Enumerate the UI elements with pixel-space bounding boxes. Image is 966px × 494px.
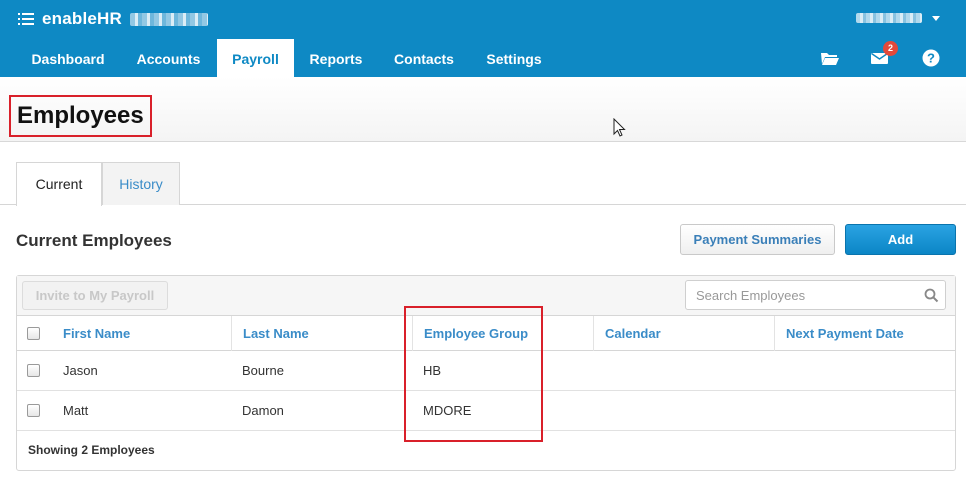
search-icon[interactable] — [924, 288, 939, 303]
cell-employee-group: HB — [423, 363, 442, 378]
brand[interactable]: enableHR — [18, 9, 209, 29]
table-footer: Showing 2 Employees — [28, 443, 155, 457]
column-calendar[interactable]: Calendar — [593, 316, 774, 351]
invite-to-payroll-button[interactable]: Invite to My Payroll — [22, 281, 168, 310]
menu-icon[interactable] — [18, 12, 34, 26]
select-all-checkbox[interactable] — [27, 327, 40, 340]
redacted-org-name — [130, 12, 209, 26]
cell-next-payment-date — [774, 351, 955, 391]
cell-employee-group: MDORE — [423, 403, 472, 418]
search-box — [685, 280, 946, 310]
employees-panel: Invite to My Payroll First Name Last Nam… — [16, 275, 956, 471]
svg-text:?: ? — [927, 51, 935, 66]
column-employee-group[interactable]: Employee Group — [412, 316, 593, 351]
nav-tab-accounts[interactable]: Accounts — [120, 39, 217, 77]
employee-tabs: Current History — [0, 162, 966, 206]
nav-tab-contacts[interactable]: Contacts — [378, 39, 470, 77]
mail-badge: 2 — [883, 41, 898, 56]
help-icon[interactable]: ? — [921, 48, 941, 68]
cell-first-name: Matt — [63, 403, 89, 418]
table-row: Matt Damon MDORE — [17, 391, 955, 431]
payment-summaries-button[interactable]: Payment Summaries — [680, 224, 835, 255]
add-employee-button[interactable]: Add Employee — [845, 224, 956, 276]
main-nav: Dashboard Accounts Payroll Reports Conta… — [0, 38, 966, 77]
row-checkbox[interactable] — [27, 404, 40, 417]
column-next-payment-date[interactable]: Next Payment Date — [774, 316, 955, 351]
table-header: First Name Last Name Employee Group Cale… — [17, 316, 955, 351]
cell-calendar — [593, 391, 774, 431]
cell-last-name: Damon — [242, 403, 284, 418]
top-bar: enableHR — [0, 0, 966, 38]
tab-current[interactable]: Current — [16, 162, 102, 206]
tab-history[interactable]: History — [102, 162, 180, 205]
mouse-cursor-icon — [613, 118, 626, 137]
row-checkbox[interactable] — [27, 364, 40, 377]
column-last-name[interactable]: Last Name — [231, 316, 412, 351]
cell-first-name: Jason — [63, 363, 98, 378]
folder-icon[interactable] — [820, 48, 840, 68]
search-input[interactable] — [686, 281, 922, 309]
section-title: Current Employees — [16, 231, 172, 250]
cell-last-name: Bourne — [242, 363, 284, 378]
redacted-user-name — [856, 13, 922, 23]
page-header: Employees — [0, 77, 966, 142]
nav-tab-reports[interactable]: Reports — [294, 39, 378, 77]
user-menu[interactable] — [856, 13, 940, 23]
table-toolbar: Invite to My Payroll — [17, 276, 955, 316]
cell-next-payment-date — [774, 391, 955, 431]
app-name: enableHR — [42, 9, 123, 28]
cell-calendar — [593, 351, 774, 391]
caret-down-icon — [932, 15, 940, 21]
mail-button[interactable]: 2 — [870, 41, 898, 68]
nav-tab-dashboard[interactable]: Dashboard — [16, 39, 120, 77]
table-row: Jason Bourne HB — [17, 351, 955, 391]
page-title: Employees — [9, 95, 152, 137]
column-first-name[interactable]: First Name — [52, 316, 233, 351]
nav-tab-payroll[interactable]: Payroll — [217, 39, 294, 77]
nav-tab-settings[interactable]: Settings — [470, 39, 558, 77]
